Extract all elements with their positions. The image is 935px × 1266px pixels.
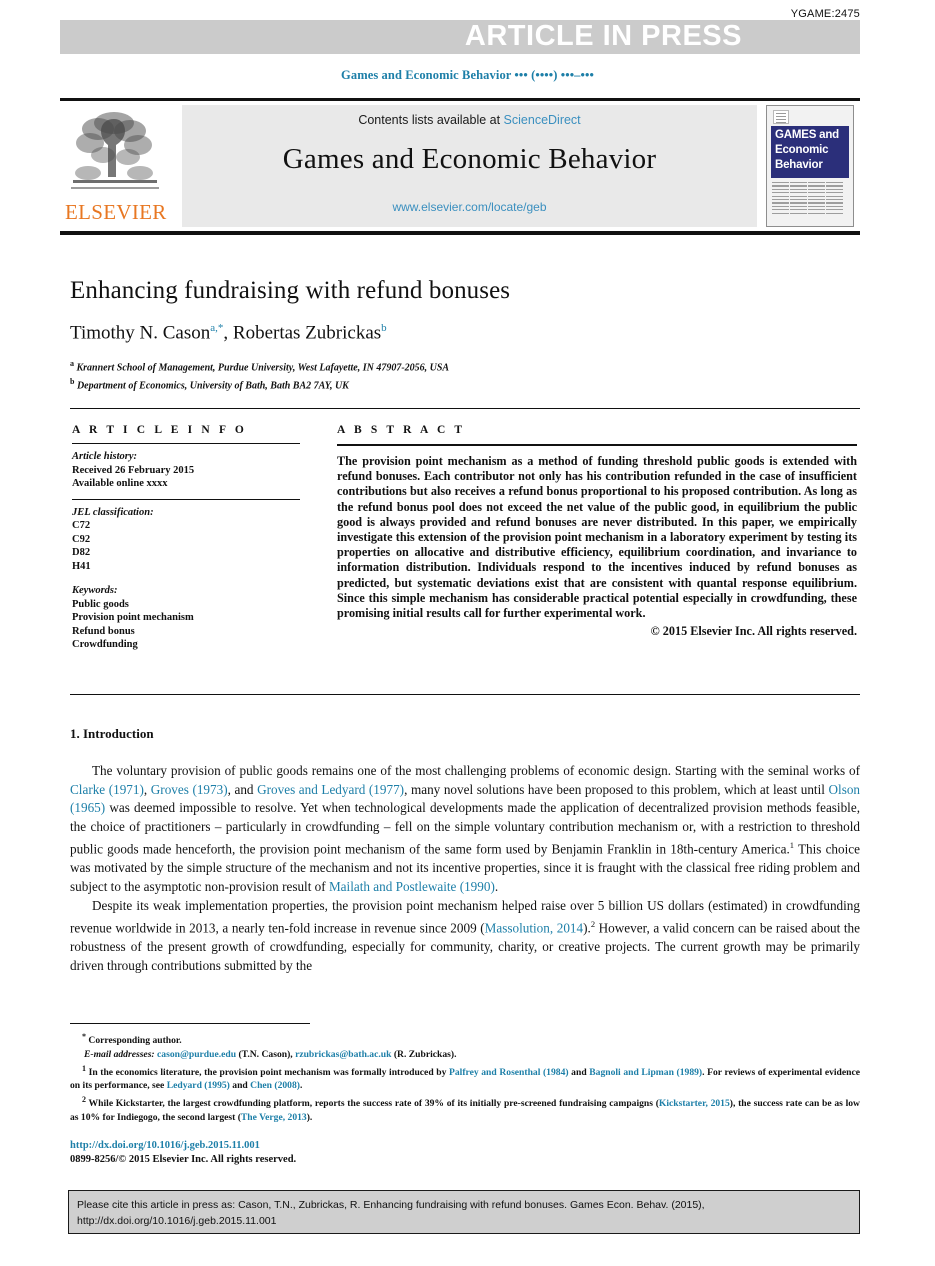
article-history-online: Available online xxxx — [72, 478, 168, 489]
article-history-label: Article history: — [72, 451, 138, 462]
journal-title: Games and Economic Behavior — [282, 143, 657, 175]
cite-this-article-box: Please cite this article in press as: Ca… — [68, 1190, 860, 1234]
info-divider-2 — [72, 498, 300, 500]
cover-masthead-box — [773, 110, 789, 124]
footnote-2: 2 While Kickstarter, the largest crowdfu… — [70, 1095, 860, 1123]
citation-link[interactable]: Groves (1973) — [151, 782, 228, 797]
article-history-received: Received 26 February 2015 — [72, 464, 195, 476]
running-head: Games and Economic Behavior ••• (••••) •… — [341, 68, 594, 82]
paragraph-1: The voluntary provision of public goods … — [70, 763, 861, 894]
page-title: Enhancing fundraising with refund bonuse… — [70, 277, 511, 304]
jel-code: C92 — [72, 533, 91, 545]
journal-cover-thumbnail: GAMES and Economic Behavior — [766, 105, 854, 227]
journal-url-link[interactable]: www.elsevier.com/locate/geb — [182, 200, 757, 214]
abstract-copyright: © 2015 Elsevier Inc. All rights reserved… — [650, 624, 857, 639]
author-marks-1: a,* — [210, 322, 224, 334]
citation-link[interactable]: Mailath and Postlewaite (1990) — [329, 879, 495, 894]
email-link-zubrickas[interactable]: rzubrickas@bath.ac.uk — [295, 1049, 391, 1060]
cite-line-1: Please cite this article in press as: Ca… — [77, 1199, 705, 1211]
info-divider-1 — [72, 443, 300, 444]
jel-code: H41 — [72, 560, 91, 572]
keyword-item: Public goods — [72, 598, 129, 610]
info-rule-bottom — [70, 694, 860, 695]
citation-link[interactable]: Clarke (1971) — [70, 782, 144, 797]
author-name-2: Robertas Zubrickas — [232, 322, 382, 344]
contents-prefix: Contents lists available at — [358, 113, 504, 127]
citation-link[interactable]: Massolution, 2014 — [485, 921, 583, 936]
footnote-block: * Corresponding author. E-mail addresses… — [70, 1030, 860, 1125]
keyword-item: Crowdfunding — [72, 639, 138, 650]
keyword-item: Provision point mechanism — [72, 612, 194, 623]
jel-code: D82 — [72, 547, 91, 558]
keywords-label: Keywords: — [72, 585, 118, 596]
author-name-1: Timothy N. Cason — [70, 322, 211, 344]
citation-link[interactable]: Palfrey and Rosenthal (1984) — [449, 1067, 569, 1078]
affiliation-list: a Krannert School of Management, Purdue … — [70, 357, 860, 393]
keywords-block: Keywords: Public goods Provision point m… — [72, 584, 300, 652]
footnote-star-marker: * — [82, 1032, 86, 1041]
citation-link[interactable]: Groves and Ledyard (1977) — [257, 782, 404, 797]
keyword-item: Refund bonus — [72, 625, 135, 637]
affiliation-a: a Krannert School of Management, Purdue … — [70, 359, 450, 374]
citation-link[interactable]: Chen (2008) — [250, 1080, 300, 1091]
cover-title-line2: Economic — [775, 144, 829, 156]
footnote-1: 1 In the economics literature, the provi… — [70, 1064, 860, 1092]
footnote-corresponding: * Corresponding author. — [82, 1032, 182, 1047]
cover-title-block: GAMES and Economic Behavior — [771, 126, 849, 178]
jel-code: C72 — [72, 520, 91, 531]
section-heading-introduction: 1. Introduction — [70, 726, 154, 741]
cite-line-2[interactable]: http://dx.doi.org/10.1016/j.geb.2015.11.… — [77, 1213, 851, 1229]
elsevier-wordmark: ELSEVIER — [65, 200, 167, 224]
footnote-rule — [70, 1023, 310, 1024]
cover-toc-lines — [772, 182, 850, 216]
masthead-rule-bottom — [60, 231, 860, 235]
abstract-text: The provision point mechanism as a metho… — [337, 454, 857, 621]
citation-link[interactable]: Bagnoli and Lipman (1989) — [589, 1067, 702, 1078]
jel-label: JEL classification: — [72, 506, 154, 518]
cover-title-line1: GAMES and — [775, 129, 840, 141]
elsevier-tree-icon — [71, 112, 159, 189]
citation-link[interactable]: Kickstarter, 2015 — [659, 1099, 730, 1110]
cover-title-line3: Behavior — [775, 159, 823, 171]
body-text: The voluntary provision of public goods … — [70, 762, 860, 975]
elsevier-logo: ELSEVIER — [60, 105, 170, 229]
jel-classification-block: JEL classification: C72 C92 D82 H41 — [72, 506, 300, 574]
sciencedirect-link[interactable]: ScienceDirect — [504, 113, 581, 127]
footnote-emails: E-mail addresses: cason@purdue.edu (T.N.… — [84, 1049, 457, 1061]
paper-page: ARTICLE IN PRESS YGAME:2475 Games and Ec… — [0, 0, 935, 1266]
author-marks-2: b — [381, 322, 387, 334]
article-info-heading: A R T I C L E I N F O — [72, 424, 247, 436]
article-code-label: YGAME:2475 — [790, 8, 860, 20]
article-history-block: Article history: Received 26 February 20… — [72, 450, 300, 491]
abstract-divider — [337, 444, 857, 446]
author-list: Timothy N. Casona,*, Robertas Zubrickasb — [70, 322, 387, 344]
article-in-press-banner: ARTICLE IN PRESS — [60, 20, 860, 54]
citation-link[interactable]: The Verge, 2013 — [241, 1112, 307, 1123]
issn-copyright-line: 0899-8256/© 2015 Elsevier Inc. All right… — [70, 1154, 297, 1165]
paragraph-2: Despite its weak implementation properti… — [70, 897, 860, 973]
article-info-column: A R T I C L E I N F O Article history: R… — [72, 424, 300, 652]
abstract-column: A B S T R A C T The provision point mech… — [337, 424, 857, 639]
journal-masthead: ELSEVIER Contents lists available at Sci… — [60, 103, 860, 229]
email-link-cason[interactable]: cason@purdue.edu — [157, 1049, 236, 1060]
contents-available-line: Contents lists available at ScienceDirec… — [182, 113, 757, 127]
citation-link[interactable]: Ledyard (1995) — [167, 1080, 230, 1091]
doi-link[interactable]: http://dx.doi.org/10.1016/j.geb.2015.11.… — [70, 1140, 260, 1151]
article-in-press-label: ARTICLE IN PRESS — [464, 20, 742, 52]
affiliation-b: b Department of Economics, University of… — [70, 376, 349, 392]
masthead-rule-top — [60, 98, 860, 101]
masthead-center-panel: Contents lists available at ScienceDirec… — [182, 105, 757, 227]
abstract-heading: A B S T R A C T — [337, 424, 466, 436]
info-rule-top — [70, 408, 860, 409]
